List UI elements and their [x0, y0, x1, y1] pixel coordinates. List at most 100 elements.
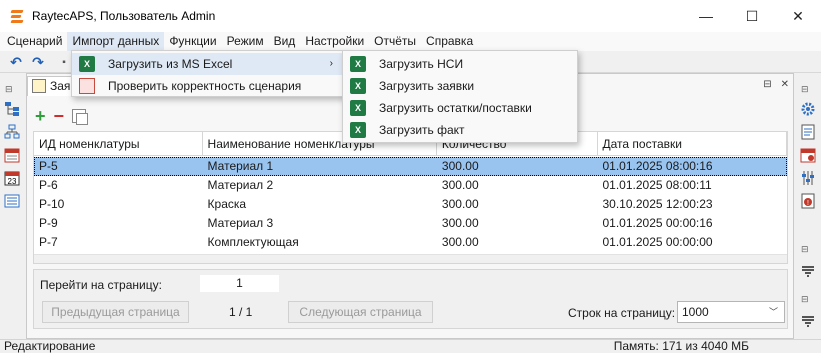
cell-item-id[interactable]: Р-5 — [34, 157, 203, 176]
cell-delivery-date[interactable]: 01.01.2025 08:00:16 — [598, 157, 788, 176]
paging-panel: Перейти на страницу: 1 Предыдущая страни… — [33, 269, 788, 329]
excel-icon: X — [350, 100, 366, 116]
horizontal-scrollbar[interactable] — [34, 254, 787, 263]
cell-quantity[interactable]: 300.00 — [437, 195, 598, 214]
calendar-icon[interactable] — [4, 147, 20, 163]
report-icon[interactable] — [800, 124, 816, 140]
menu-import-data[interactable]: Импорт данных — [67, 32, 165, 51]
panel-restore-icon[interactable]: ⊟ — [763, 79, 771, 90]
maximize-button[interactable]: ☐ — [729, 0, 775, 32]
calendar-day-icon[interactable]: 23 — [4, 170, 20, 186]
column-header-item-id[interactable]: ИД номенклатуры — [34, 132, 203, 156]
next-page-button[interactable]: Следующая страница — [288, 301, 433, 323]
redo-icon[interactable]: ↷ — [30, 54, 46, 70]
menu-view[interactable]: Вид — [269, 32, 301, 51]
cell-item-id[interactable]: Р-9 — [34, 214, 203, 233]
cell-delivery-date[interactable]: 01.01.2025 00:00:16 — [598, 214, 788, 233]
cell-item-name[interactable]: Комплектующая — [203, 233, 437, 252]
svg-text:!: ! — [807, 200, 809, 207]
add-row-icon[interactable]: + — [35, 107, 46, 125]
page-number-input[interactable]: 1 — [200, 275, 279, 292]
cell-item-name[interactable]: Материал 3 — [203, 214, 437, 233]
menu-scenario[interactable]: Сценарий — [2, 32, 67, 51]
cell-item-id[interactable]: Р-6 — [34, 176, 203, 195]
chevron-right-icon: › — [329, 58, 333, 69]
menu-settings[interactable]: Настройки — [300, 32, 369, 51]
cell-delivery-date[interactable]: 01.01.2025 00:00:00 — [598, 233, 788, 252]
column-header-delivery-date[interactable]: Дата поставки — [598, 132, 787, 156]
menu-reports[interactable]: Отчёты — [369, 32, 421, 51]
app-logo-icon — [9, 8, 25, 24]
window-title: RaytecAPS, Пользователь Admin — [32, 9, 216, 23]
cell-item-name[interactable]: Краска — [203, 195, 437, 214]
cell-quantity[interactable]: 300.00 — [437, 214, 598, 233]
dock-item-icon[interactable] — [800, 314, 816, 330]
delete-row-icon[interactable]: − — [54, 107, 65, 125]
table-row[interactable]: Р-7 Комплектующая 300.00 01.01.2025 00:0… — [34, 233, 787, 252]
hierarchy-icon[interactable] — [4, 124, 20, 140]
excel-icon: X — [350, 56, 366, 72]
list-table-icon[interactable] — [4, 193, 20, 209]
undo-icon[interactable]: ↶ — [8, 54, 24, 70]
title-bar: RaytecAPS, Пользователь Admin — ☐ ✕ — [0, 0, 821, 32]
goto-page-label: Перейти на страницу: — [40, 278, 162, 292]
menu-help[interactable]: Справка — [421, 32, 478, 51]
menu-functions[interactable]: Функции — [164, 32, 221, 51]
menu-item-load-orders[interactable]: X Загрузить заявки — [343, 75, 577, 97]
import-data-menu: X Загрузить из MS Excel › Проверить корр… — [71, 50, 346, 97]
rows-per-page-label: Строк на страницу: — [568, 306, 676, 320]
dock-pin-icon[interactable]: ⊟ — [801, 244, 817, 260]
excel-icon: X — [79, 56, 95, 72]
grid-toolbar: + − — [35, 107, 89, 125]
cell-quantity[interactable]: 300.00 — [437, 176, 598, 195]
data-grid: ИД номенклатуры Наименование номенклатур… — [33, 131, 788, 264]
menu-item-load-reference-data[interactable]: X Загрузить НСИ — [343, 53, 577, 75]
cell-quantity[interactable]: 300.00 — [437, 157, 598, 176]
copy-icon[interactable] — [72, 109, 89, 125]
sliders-icon[interactable] — [800, 170, 816, 186]
menu-bar: Сценарий Импорт данных Функции Режим Вид… — [0, 32, 821, 51]
check-scenario-icon — [79, 78, 95, 94]
cell-item-id[interactable]: Р-7 — [34, 233, 203, 252]
excel-icon: X — [350, 78, 366, 94]
cell-delivery-date[interactable]: 01.01.2025 08:00:11 — [598, 176, 788, 195]
menu-item-load-from-excel[interactable]: X Загрузить из MS Excel › — [72, 53, 345, 75]
close-button[interactable]: ✕ — [775, 0, 821, 32]
cell-delivery-date[interactable]: 30.10.2025 12:00:23 — [598, 195, 788, 214]
table-row[interactable]: Р-9 Материал 3 300.00 01.01.2025 00:00:1… — [34, 214, 787, 233]
table-row[interactable]: Р-5 Материал 1 300.00 01.01.2025 08:00:1… — [34, 157, 787, 176]
cell-item-name[interactable]: Материал 2 — [203, 176, 437, 195]
document-icon — [32, 79, 46, 93]
alert-document-icon[interactable]: ! — [800, 193, 816, 209]
svg-text:23: 23 — [8, 177, 17, 186]
left-dock: ⊟ 23 — [0, 74, 24, 339]
cell-item-name[interactable]: Материал 1 — [203, 157, 437, 176]
table-row[interactable]: Р-6 Материал 2 300.00 01.01.2025 08:00:1… — [34, 176, 787, 195]
cell-item-id[interactable]: Р-10 — [34, 195, 203, 214]
status-memory: Память: 171 из 4040 МБ — [613, 339, 749, 353]
excel-submenu: X Загрузить НСИ X Загрузить заявки X Заг… — [342, 50, 578, 143]
menu-mode[interactable]: Режим — [222, 32, 269, 51]
toolbar-tool-icon[interactable]: ▪ — [56, 54, 72, 70]
menu-item-load-stock-deliveries[interactable]: X Загрузить остатки/поставки — [343, 97, 577, 119]
previous-page-button[interactable]: Предыдущая страница — [42, 301, 189, 323]
status-bar: Редактирование Память: 171 из 4040 МБ — [0, 339, 821, 353]
dock-item-icon[interactable] — [800, 264, 816, 280]
table-row[interactable]: Р-10 Краска 300.00 30.10.2025 12:00:23 — [34, 195, 787, 214]
dock-pin-icon[interactable]: ⊟ — [801, 84, 817, 100]
minimize-button[interactable]: — — [683, 0, 729, 32]
rows-per-page-value: 1000 — [682, 305, 709, 319]
page-count: 1 / 1 — [229, 305, 253, 319]
menu-item-validate-scenario[interactable]: Проверить корректность сценария — [72, 75, 345, 97]
chevron-down-icon: ﹀ — [768, 307, 778, 317]
rows-per-page-select[interactable]: 1000 ﹀ — [677, 301, 785, 323]
menu-item-load-actuals[interactable]: X Загрузить факт — [343, 119, 577, 141]
tree-structure-icon[interactable] — [4, 101, 20, 117]
dock-pin-icon[interactable]: ⊟ — [5, 84, 21, 100]
right-dock: ⊟ ! ⊟ ⊟ — [796, 74, 821, 339]
cell-quantity[interactable]: 300.00 — [437, 233, 598, 252]
settings-gear-icon[interactable] — [800, 101, 816, 117]
warning-calendar-icon[interactable] — [800, 147, 816, 163]
dock-pin-icon[interactable]: ⊟ — [801, 294, 817, 310]
panel-close-icon[interactable]: ✕ — [781, 79, 789, 90]
